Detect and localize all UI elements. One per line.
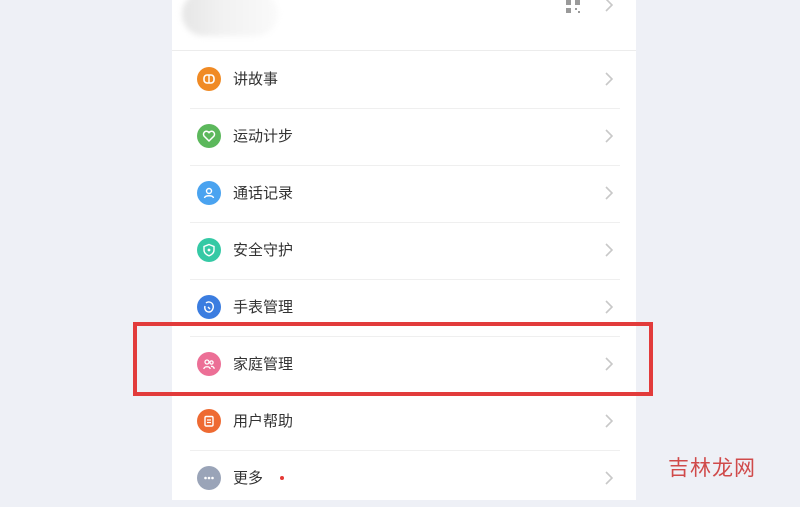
new-badge-dot xyxy=(280,476,284,480)
chevron-right-icon xyxy=(605,414,613,428)
menu-item-user-help[interactable]: 用户帮助 xyxy=(190,393,620,451)
shield-icon xyxy=(197,238,221,262)
highlight-box xyxy=(133,322,653,396)
watch-icon xyxy=(197,295,221,319)
menu-item-more[interactable]: 更多 xyxy=(190,450,620,507)
more-icon xyxy=(197,466,221,490)
profile-row[interactable] xyxy=(172,0,636,51)
menu-item-label: 用户帮助 xyxy=(233,412,294,430)
menu-item-story[interactable]: 讲故事 xyxy=(190,51,620,109)
help-icon xyxy=(197,409,221,433)
chevron-right-icon xyxy=(605,471,613,485)
story-icon xyxy=(197,67,221,91)
chevron-right-icon xyxy=(605,129,613,143)
contact-icon xyxy=(197,181,221,205)
menu-item-label: 安全守护 xyxy=(233,241,294,259)
chevron-right-icon xyxy=(605,0,613,12)
chevron-right-icon xyxy=(605,300,613,314)
menu-item-label: 讲故事 xyxy=(233,70,279,88)
menu-item-label: 通话记录 xyxy=(233,184,294,202)
qr-code-icon[interactable] xyxy=(566,0,580,13)
menu-item-label: 运动计步 xyxy=(233,127,294,145)
chevron-right-icon xyxy=(605,72,613,86)
menu-item-label: 手表管理 xyxy=(233,298,294,316)
menu-item-step-count[interactable]: 运动计步 xyxy=(190,108,620,166)
menu-item-safety-guard[interactable]: 安全守护 xyxy=(190,222,620,280)
heart-icon xyxy=(197,124,221,148)
menu-item-label: 更多 xyxy=(233,469,264,487)
chevron-right-icon xyxy=(605,243,613,257)
chevron-right-icon xyxy=(605,186,613,200)
avatar xyxy=(182,0,278,36)
settings-panel: 讲故事 运动计步 通话记录 安全守护 手表管理 家庭管理 用户帮助 更多 xyxy=(172,0,636,500)
watermark-logo: 吉林龙网 xyxy=(668,456,756,480)
menu-item-call-log[interactable]: 通话记录 xyxy=(190,165,620,223)
